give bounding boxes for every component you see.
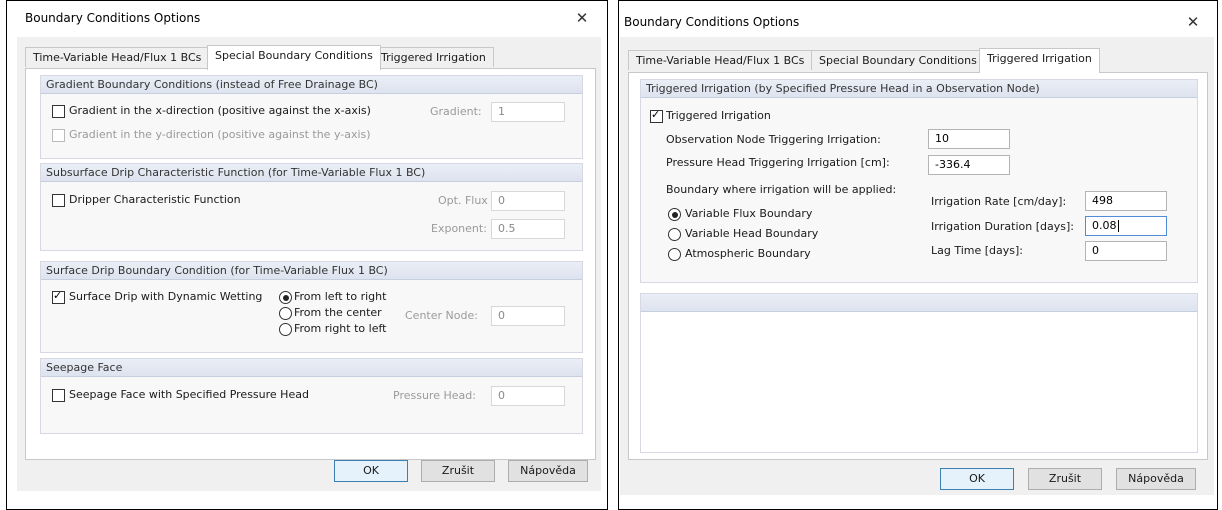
irrigation-group: Triggered Irrigation (by Specified Press…: [640, 79, 1198, 283]
irrigation-duration-input[interactable]: 0.08: [1085, 216, 1167, 236]
right-title-bar: Boundary Conditions Options ✕: [620, 1, 1214, 37]
center-node-input[interactable]: 0: [491, 306, 565, 326]
tab-special-boundary[interactable]: Special Boundary Conditions: [207, 45, 381, 70]
checkmark-icon: ✓: [651, 108, 661, 121]
irrigation-duration-value: 0.08: [1092, 219, 1117, 232]
gradient-group: Gradient Boundary Conditions (instead of…: [40, 75, 583, 159]
close-icon[interactable]: ✕: [571, 7, 593, 29]
window-title: Boundary Conditions Options: [25, 11, 201, 25]
dynamic-wetting-checkbox[interactable]: ✓: [52, 289, 65, 304]
boundary-label: Boundary where irrigation will be applie…: [666, 183, 897, 196]
center-node-label: Center Node:: [405, 309, 478, 322]
opt-flux-input[interactable]: 0: [491, 191, 565, 211]
help-button[interactable]: Nápověda: [508, 460, 588, 482]
radio-dot-icon: [282, 294, 289, 301]
radio-variable-flux-label: Variable Flux Boundary: [685, 207, 813, 220]
radio-center-label: From the center: [294, 306, 382, 319]
radio-left-to-right[interactable]: [279, 291, 292, 304]
left-title-bar: Boundary Conditions Options ✕: [17, 1, 601, 37]
window-title: Boundary Conditions Options: [624, 15, 800, 29]
tab-strip: Time-Variable Head/Flux 1 BCs Special Bo…: [25, 45, 595, 70]
obs-node-label: Observation Node Triggering Irrigation:: [666, 133, 881, 146]
radio-atmospheric-label: Atmospheric Boundary: [685, 247, 811, 260]
lag-time-label: Lag Time [days]:: [931, 244, 1024, 257]
pressure-head-label: Pressure Head Triggering Irrigation [cm]…: [666, 156, 890, 169]
tab-time-variable[interactable]: Time-Variable Head/Flux 1 BCs: [628, 50, 813, 70]
right-dialog: Boundary Conditions Options ✕ Time-Varia…: [620, 1, 1214, 495]
tab-page: Triggered Irrigation (by Specified Press…: [628, 72, 1208, 460]
radio-atmospheric[interactable]: [668, 248, 681, 261]
radio-dot-icon: [671, 211, 678, 218]
empty-group: [640, 293, 1198, 453]
gradient-input[interactable]: 1: [491, 102, 565, 122]
dripper-checkbox[interactable]: [52, 194, 65, 207]
irrigation-rate-label: Irrigation Rate [cm/day]:: [931, 195, 1067, 208]
tab-time-variable[interactable]: Time-Variable Head/Flux 1 BCs: [25, 47, 210, 67]
left-dialog: Boundary Conditions Options ✕ Time-Varia…: [17, 1, 601, 491]
tab-page: Gradient Boundary Conditions (instead of…: [25, 68, 596, 460]
triggered-irrigation-label: Triggered Irrigation: [666, 109, 771, 122]
obs-node-input[interactable]: 10: [928, 129, 1010, 149]
checkmark-icon: ✓: [53, 289, 63, 302]
dripper-label: Dripper Characteristic Function: [69, 193, 241, 206]
cancel-button[interactable]: Zrušit: [421, 460, 495, 482]
cancel-button[interactable]: Zrušit: [1028, 468, 1102, 490]
exponent-input[interactable]: 0.5: [491, 219, 565, 239]
irrigation-duration-label: Irrigation Duration [days]:: [931, 220, 1074, 233]
dynamic-wetting-label: Surface Drip with Dynamic Wetting: [69, 290, 263, 303]
opt-flux-label: Opt. Flux: [438, 194, 488, 207]
gradient-y-label: Gradient in the y-direction (positive ag…: [69, 128, 371, 141]
ok-button[interactable]: OK: [940, 468, 1014, 490]
group-header: [641, 294, 1197, 312]
lag-time-input[interactable]: 0: [1085, 241, 1167, 261]
pressure-head-label: Pressure Head:: [393, 389, 476, 402]
seepage-checkbox[interactable]: [52, 389, 65, 402]
seepage-group: Seepage Face Seepage Face with Specified…: [40, 358, 583, 434]
drip-group: Subsurface Drip Characteristic Function …: [40, 163, 583, 251]
group-header: Gradient Boundary Conditions (instead of…: [41, 76, 582, 94]
radio-right-to-left[interactable]: [279, 323, 292, 336]
tab-special-boundary[interactable]: Special Boundary Conditions: [811, 50, 985, 70]
close-icon[interactable]: ✕: [1182, 11, 1204, 33]
gradient-label: Gradient:: [430, 105, 482, 118]
help-button[interactable]: Nápověda: [1116, 468, 1196, 490]
pressure-head-input[interactable]: -336.4: [928, 155, 1010, 175]
text-caret: [1117, 220, 1119, 232]
tab-strip: Time-Variable Head/Flux 1 BCs Special Bo…: [628, 48, 1208, 73]
radio-variable-flux[interactable]: [668, 208, 681, 221]
exponent-label: Exponent:: [431, 222, 487, 235]
radio-variable-head[interactable]: [668, 228, 681, 241]
tab-triggered-irrigation[interactable]: Triggered Irrigation: [979, 48, 1100, 73]
radio-right-to-left-label: From right to left: [294, 322, 387, 335]
group-header: Surface Drip Boundary Condition (for Tim…: [41, 262, 582, 280]
gradient-x-checkbox[interactable]: [52, 105, 65, 118]
surface-drip-group: Surface Drip Boundary Condition (for Tim…: [40, 261, 583, 353]
group-header: Seepage Face: [41, 359, 582, 377]
gradient-y-checkbox[interactable]: [52, 129, 65, 142]
pressure-head-input[interactable]: 0: [491, 386, 565, 406]
radio-left-to-right-label: From left to right: [294, 290, 387, 303]
radio-variable-head-label: Variable Head Boundary: [685, 227, 819, 240]
ok-button[interactable]: OK: [334, 460, 408, 482]
group-header: Subsurface Drip Characteristic Function …: [41, 164, 582, 182]
group-header: Triggered Irrigation (by Specified Press…: [641, 80, 1197, 98]
triggered-irrigation-checkbox[interactable]: ✓: [650, 108, 663, 123]
irrigation-rate-input[interactable]: 498: [1085, 191, 1167, 211]
tab-triggered-irrigation[interactable]: Triggered Irrigation: [373, 47, 494, 67]
gradient-x-label: Gradient in the x-direction (positive ag…: [69, 104, 371, 117]
radio-center[interactable]: [279, 307, 292, 320]
seepage-label: Seepage Face with Specified Pressure Hea…: [69, 388, 309, 401]
